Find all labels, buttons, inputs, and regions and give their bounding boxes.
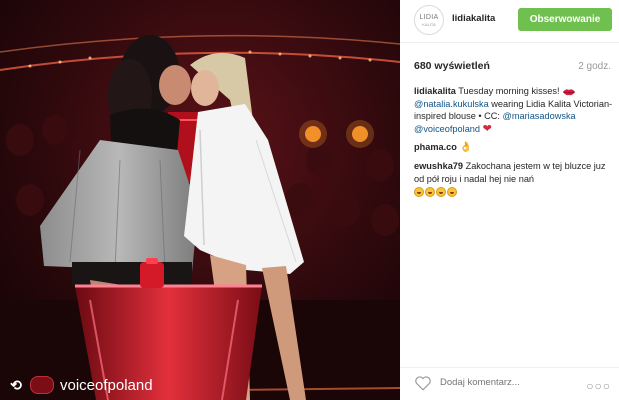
laughing-face-icon [414,186,424,197]
comment-author[interactable]: phama.co [414,142,457,152]
post-header: LIDIA KALITA lidiakalita Obserwowanie [400,0,619,43]
post-username[interactable]: lidiakalita [452,13,495,24]
laughing-face-icon [436,186,446,197]
kiss-lips-icon [563,88,576,95]
comment-caption: lidiakalita Tuesday morning kisses! @nat… [414,85,614,135]
ok-hand-icon: 👌 [459,141,472,153]
instagram-post: ⟲ voiceofpoland LIDIA KALITA lidiakalita… [0,0,619,400]
comment-item: ewushka79 Zakochana jestem w tej bluzce … [414,160,614,198]
repost-icon: ⟲ [10,376,22,393]
comment-author[interactable]: ewushka79 [414,161,463,171]
add-comment-input[interactable] [440,377,570,388]
post-details: LIDIA KALITA lidiakalita Obserwowanie 68… [400,0,619,400]
more-options-icon[interactable]: ○○○ [586,379,611,393]
post-media[interactable]: ⟲ voiceofpoland [0,0,400,400]
like-heart-icon[interactable] [414,374,432,392]
avatar-line2: KALITA [422,21,436,27]
follow-button[interactable]: Obserwowanie [518,8,612,31]
mention-link[interactable]: @natalia.kukulska [414,99,489,109]
comment-footer: ○○○ [400,367,619,400]
laughing-face-icon [425,186,435,197]
mention-link[interactable]: @voiceofpoland [414,124,480,134]
comment-author[interactable]: lidiakalita [414,86,456,96]
the-voice-logo [30,376,54,394]
post-time[interactable]: 2 godz. [578,61,611,72]
repost-attribution: ⟲ voiceofpoland [0,370,400,400]
comment-item: phama.co 👌 [414,141,614,154]
repost-username[interactable]: voiceofpoland [60,377,153,394]
mention-link[interactable]: @mariasadowska [503,111,576,121]
comment-text: Tuesday morning kisses! [455,86,563,96]
avatar[interactable]: LIDIA KALITA [414,5,444,35]
comment-list: lidiakalita Tuesday morning kisses! @nat… [414,85,614,204]
avatar-line1: LIDIA [419,13,439,21]
stage-photo [0,0,400,400]
red-heart-icon: ❤ [482,122,492,135]
view-count[interactable]: 680 wyświetleń [414,60,490,72]
laughing-face-icon [447,186,457,197]
